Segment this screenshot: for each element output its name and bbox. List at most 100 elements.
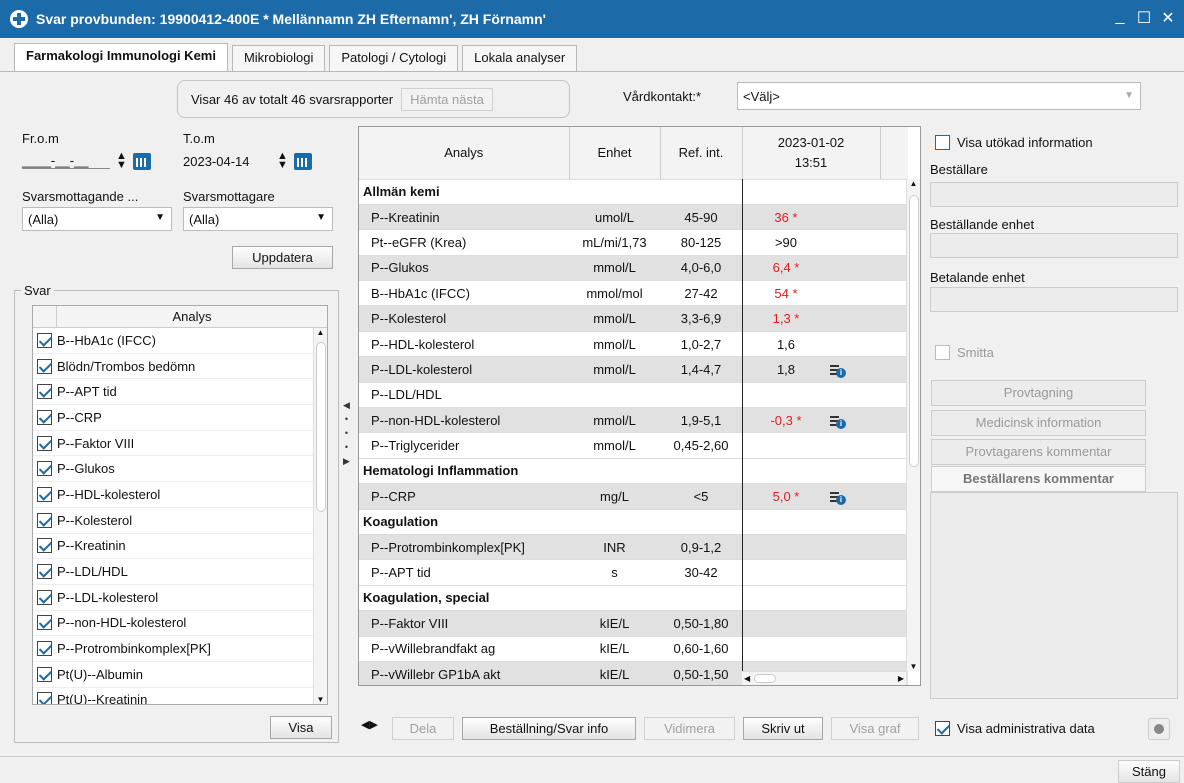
tab-medicinsk-information[interactable]: Medicinsk information	[931, 410, 1146, 436]
result-row[interactable]: Pt--eGFR (Krea) mL/mi/1,73 80-125 >90	[359, 229, 908, 256]
scroll-right-icon[interactable]: ▶	[898, 674, 904, 683]
result-value[interactable]	[742, 432, 830, 459]
check-all-header[interactable]	[33, 306, 57, 327]
result-row[interactable]: P--Kreatinin umol/L 45-90 36 *	[359, 204, 908, 231]
result-value[interactable]: 54 *	[742, 280, 830, 307]
tab-lokala-analyser[interactable]: Lokala analyser	[462, 45, 578, 71]
visa-graf-button[interactable]: Visa graf	[831, 717, 919, 740]
result-value[interactable]: 1,6	[742, 331, 830, 358]
admin-data-toggle[interactable]: Visa administrativa data	[935, 721, 1095, 736]
svar-list-item[interactable]: P--LDL/HDL	[33, 559, 327, 585]
tab-mikrobiologi[interactable]: Mikrobiologi	[231, 45, 326, 71]
close-icon[interactable]: ✕	[1160, 8, 1176, 28]
scroll-left-icon[interactable]: ◀	[744, 674, 754, 683]
dela-button[interactable]: Dela	[392, 717, 454, 740]
result-row[interactable]: P--Glukos mmol/L 4,0-6,0 6,4 *	[359, 255, 908, 282]
svar-list-item[interactable]: P--Glukos	[33, 456, 327, 483]
svar-item-checkbox[interactable]	[37, 358, 52, 374]
tab-provtagarens-kommentar[interactable]: Provtagarens kommentar	[931, 439, 1146, 465]
result-row[interactable]: P--APT tid s 30-42	[359, 559, 908, 586]
svar-item-checkbox[interactable]	[37, 486, 52, 502]
col-ref[interactable]: Ref. int.	[660, 127, 743, 180]
comment-info-icon[interactable]	[830, 414, 846, 429]
smitta-toggle[interactable]: Smitta	[935, 345, 994, 360]
svar-list-item[interactable]: Pt(U)--Kreatinin	[33, 688, 327, 704]
results-vscroll[interactable]: ▲ ▼	[906, 179, 920, 671]
result-value[interactable]: 1,3 *	[742, 305, 830, 332]
svar-item-checkbox[interactable]	[37, 589, 52, 605]
result-row[interactable]: P--HDL-kolesterol mmol/L 1,0-2,7 1,6	[359, 331, 908, 358]
svar-item-checkbox[interactable]	[37, 461, 52, 477]
toggle-panel-icon[interactable]: ◀▶	[361, 718, 378, 731]
col-analys[interactable]: Analys	[359, 127, 570, 180]
comment-area[interactable]	[930, 492, 1178, 699]
scroll-up-icon[interactable]: ▲	[907, 179, 920, 188]
result-value[interactable]: 6,4 *	[742, 255, 830, 282]
result-row[interactable]: P--CRP mg/L <5 5,0 *	[359, 483, 908, 510]
result-value[interactable]: -0,3 *	[742, 407, 830, 434]
stop-icon[interactable]	[1148, 718, 1170, 740]
svar-list-item[interactable]: P--Faktor VIII	[33, 431, 327, 457]
to-spinner-icon[interactable]: ▲ ▼	[277, 151, 288, 171]
result-row[interactable]: P--Triglycerider mmol/L 0,45-2,60	[359, 432, 908, 459]
svar-item-checkbox[interactable]	[37, 615, 52, 631]
from-spinner-icon[interactable]: ▲ ▼	[116, 151, 127, 171]
result-value[interactable]: 36 *	[742, 204, 830, 231]
result-row[interactable]: B--HbA1c (IFCC) mmol/mol 27-42 54 *	[359, 280, 908, 307]
svar-scrollbar[interactable]: ▲ ▼	[313, 328, 327, 704]
skriv-ut-button[interactable]: Skriv ut	[743, 717, 823, 740]
tab-farmakologi[interactable]: Farmakologi Immunologi Kemi	[14, 43, 228, 71]
result-value[interactable]	[742, 382, 830, 409]
scroll-down-icon[interactable]: ▼	[907, 662, 920, 671]
svar-item-checkbox[interactable]	[37, 564, 52, 580]
stang-button[interactable]: Stäng	[1118, 760, 1180, 783]
result-value[interactable]: 5,0 *	[742, 483, 830, 510]
svar-item-checkbox[interactable]	[37, 641, 52, 657]
scroll-thumb[interactable]	[316, 342, 326, 512]
tab-bestallarens-kommentar[interactable]: Beställarens kommentar	[931, 466, 1146, 492]
result-value[interactable]: >90	[742, 229, 830, 256]
calendar-icon[interactable]	[132, 152, 151, 170]
col-date[interactable]: 2023-01-02 13:51	[742, 127, 881, 180]
svar-item-checkbox[interactable]	[37, 435, 52, 451]
show-extended-checkbox[interactable]	[935, 135, 950, 150]
svar-list-item[interactable]: P--Protrombinkomplex[PK]	[33, 636, 327, 662]
svar-list-item[interactable]: P--Kolesterol	[33, 508, 327, 534]
svar-item-checkbox[interactable]	[37, 332, 52, 348]
svar-item-checkbox[interactable]	[37, 512, 52, 528]
svar-column-header[interactable]: Analys	[57, 306, 327, 327]
svar-list-item[interactable]: P--APT tid	[33, 379, 327, 406]
svar-list-item[interactable]: P--LDL-kolesterol	[33, 585, 327, 611]
bestallning-svar-info-button[interactable]: Beställning/Svar info	[462, 717, 636, 740]
result-value[interactable]	[742, 610, 830, 637]
fetch-next-button[interactable]: Hämta nästa	[401, 87, 493, 111]
to-date-input[interactable]: 2023-04-14	[183, 154, 271, 169]
svar-list-item[interactable]: P--CRP	[33, 405, 327, 431]
from-date-input[interactable]: ____-__-__	[22, 153, 110, 169]
result-row[interactable]: P--LDL-kolesterol mmol/L 1,4-4,7 1,8	[359, 356, 908, 383]
show-extended-toggle[interactable]: Visa utökad information	[935, 135, 1093, 150]
hscroll-thumb[interactable]	[754, 674, 776, 683]
svar-list-item[interactable]: P--non-HDL-kolesterol	[33, 611, 327, 637]
svar-item-checkbox[interactable]	[37, 409, 52, 425]
recipient-unit-select[interactable]: (Alla) ▼	[22, 207, 172, 231]
vardkontakt-select[interactable]: <Välj> ▼	[737, 82, 1141, 110]
splitter-handle[interactable]: ◀ • • • ▶	[343, 398, 350, 468]
svar-item-checkbox[interactable]	[37, 692, 52, 704]
result-value[interactable]	[742, 534, 830, 561]
smitta-checkbox[interactable]	[935, 345, 950, 360]
maximize-icon[interactable]: ☐	[1136, 8, 1152, 28]
vidimera-button[interactable]: Vidimera	[644, 717, 735, 740]
results-hscroll[interactable]: ◀ ▶	[742, 671, 906, 685]
svar-list-item[interactable]: Pt(U)--Albumin	[33, 662, 327, 688]
comment-info-icon[interactable]	[830, 490, 846, 506]
svar-item-checkbox[interactable]	[37, 538, 52, 554]
visa-button[interactable]: Visa	[270, 716, 332, 739]
svar-list-item[interactable]: P--Kreatinin	[33, 534, 327, 560]
svar-list-item[interactable]: P--HDL-kolesterol	[33, 482, 327, 508]
calendar-icon[interactable]	[293, 152, 312, 170]
minimize-icon[interactable]: _	[1112, 8, 1128, 28]
result-value[interactable]: 1,8	[742, 356, 830, 383]
result-row[interactable]: P--Faktor VIII kIE/L 0,50-1,80	[359, 610, 908, 637]
update-button[interactable]: Uppdatera	[232, 246, 333, 269]
